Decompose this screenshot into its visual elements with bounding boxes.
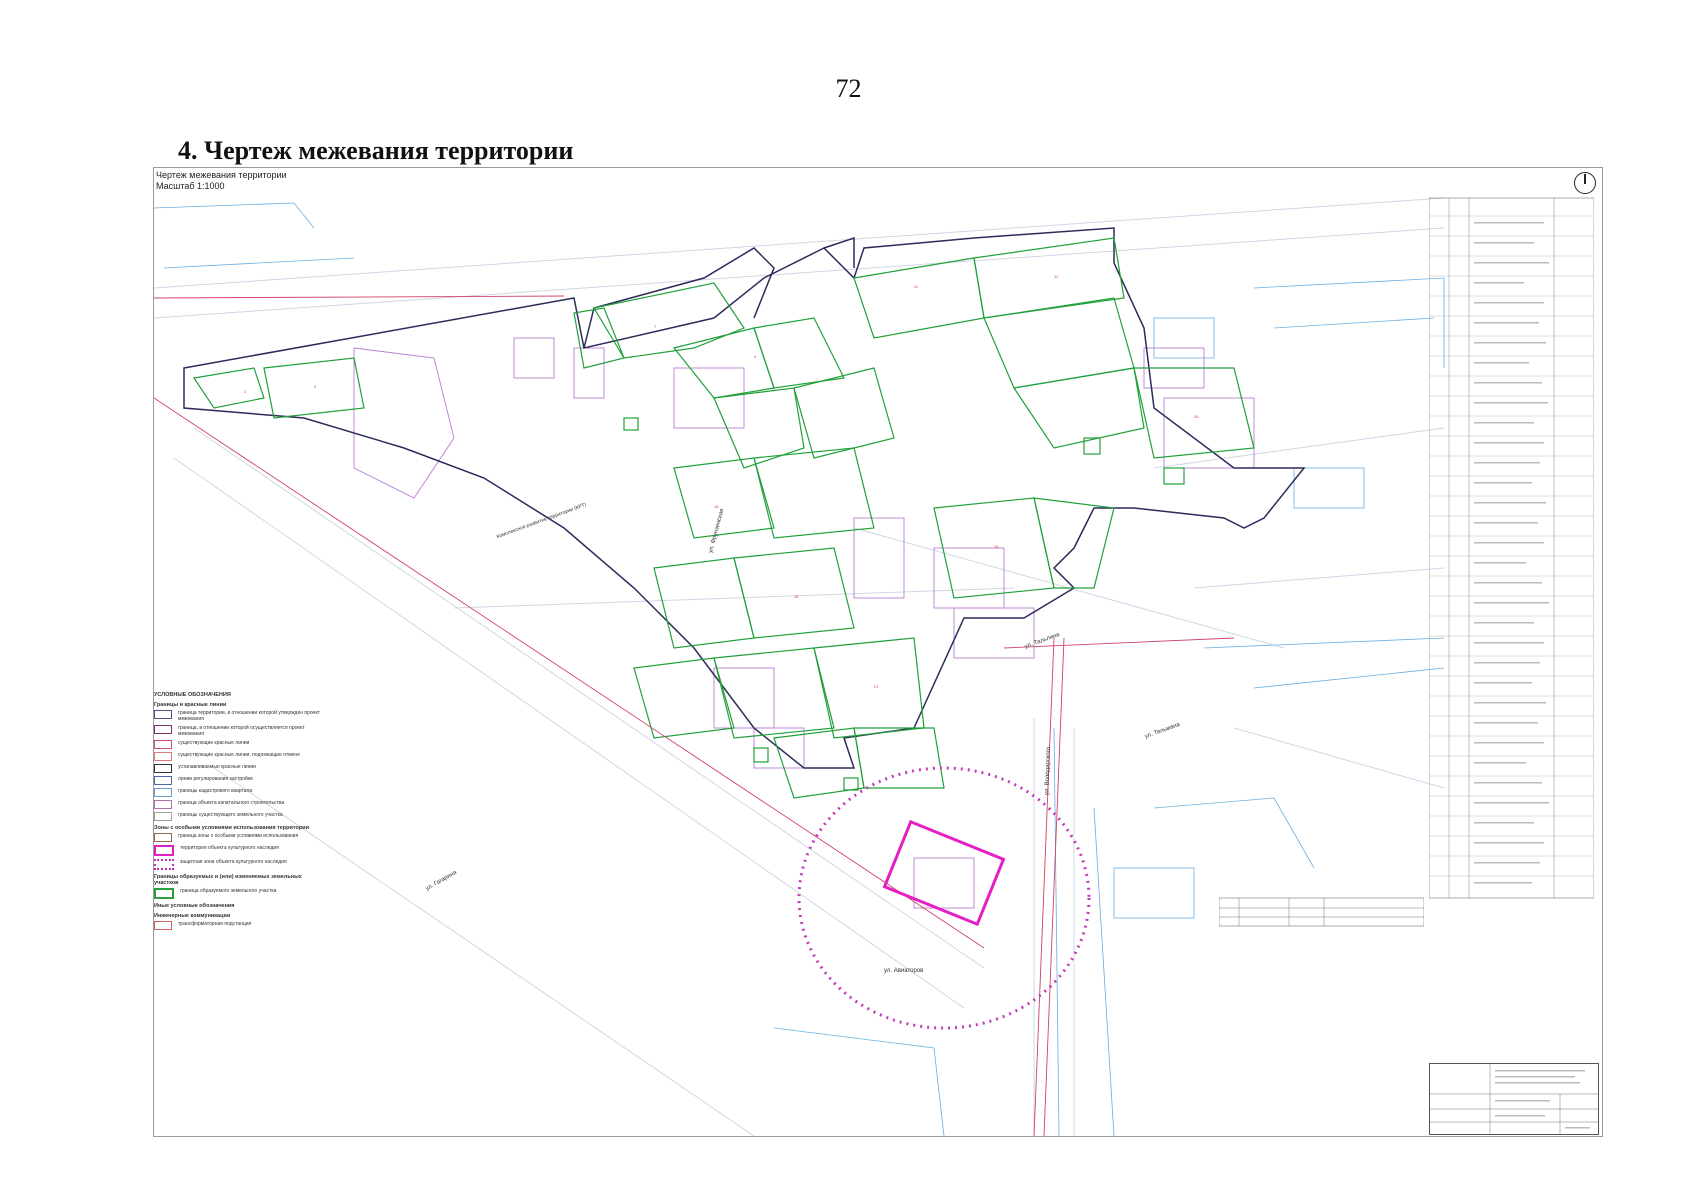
legend-item: граница объекта капитального строительст…	[178, 800, 285, 806]
map-sheet: 2 3 7 9 11 12 15 18 21 24 26 Чертеж межевания т…	[153, 167, 1603, 1137]
svg-text:18: 18	[794, 594, 799, 599]
page-number: 72	[835, 74, 862, 103]
legend-group-title: Границы образуемых и (или) изменяемых зе…	[154, 874, 302, 886]
legend-item: трансформаторная подстанция	[178, 921, 252, 927]
sheet-scale: Масштаб 1:1000	[156, 181, 225, 191]
sheet-title-text: Чертеж межевания территории	[156, 170, 287, 180]
legend-group-title: Инженерные коммуникации	[154, 913, 231, 919]
title-block-text-lines	[1495, 1070, 1590, 1129]
table-grid	[1219, 897, 1424, 927]
legend-item: границы кадастрового квартала	[178, 788, 253, 794]
cadastral-lines	[154, 202, 1445, 1136]
svg-text:9: 9	[754, 354, 757, 359]
legend-group-title: Иные условные обозначения	[154, 903, 235, 909]
legend-title: УСЛОВНЫЕ ОБОЗНАЧЕНИЯ	[154, 692, 231, 698]
cadastral-map: 2 3 7 9 11 12 15 18 21 24 26	[154, 197, 1445, 1136]
svg-text:3: 3	[314, 384, 317, 389]
section-heading: 4. Чертеж межевания территории	[178, 136, 574, 165]
legend-item: граница, в отношении которой осуществляе…	[178, 725, 305, 737]
parcels	[192, 237, 1255, 799]
table-rows	[1429, 215, 1594, 877]
legend-group-title: Зоны с особыми условиями использования т…	[154, 825, 310, 831]
legend: УСЛОВНЫЕ ОБОЗНАЧЕНИЯ Границы и красные л…	[154, 688, 324, 933]
legend-item: защитная зона объекта культурного наслед…	[180, 859, 287, 865]
legend-item: территория объекта культурного наследия	[180, 845, 279, 851]
legend-item: граница образуемого земельного участка	[180, 888, 277, 894]
table-text-lines	[1474, 222, 1549, 884]
legend-item: существующие красные линии	[178, 740, 250, 746]
svg-text:24: 24	[994, 544, 999, 549]
legend-item: граница территории, в отношении которой …	[178, 710, 320, 722]
legend-item: линии регулирования застройки	[178, 776, 253, 782]
legend-item: границы существующего земельного участка	[178, 812, 283, 818]
parcel-summary-table	[1219, 888, 1424, 948]
svg-text:2: 2	[244, 389, 247, 394]
legend-item: существующие красные линии, подлежащие о…	[178, 752, 300, 758]
title-block-grid	[1430, 1064, 1598, 1134]
svg-text:12: 12	[1054, 274, 1059, 279]
svg-text:21: 21	[874, 684, 879, 689]
title-block	[1429, 1063, 1599, 1135]
legend-item: граница зоны с особыми условиями использ…	[178, 833, 299, 839]
street-label: ул. Авиаторов	[884, 968, 924, 974]
svg-text:11: 11	[914, 284, 919, 289]
territory-boundary	[183, 227, 1306, 769]
svg-text:26: 26	[1194, 414, 1199, 419]
legend-group-title: Границы и красные линии	[154, 702, 227, 708]
table-grid	[1429, 197, 1594, 899]
heritage-object	[797, 766, 1091, 1030]
legend-item: устанавливаемые красные линии	[178, 764, 256, 770]
svg-text:15: 15	[714, 504, 719, 509]
svg-text:7: 7	[654, 324, 657, 329]
sheet-title: Чертеж межевания территории Масштаб 1:10…	[156, 170, 287, 192]
